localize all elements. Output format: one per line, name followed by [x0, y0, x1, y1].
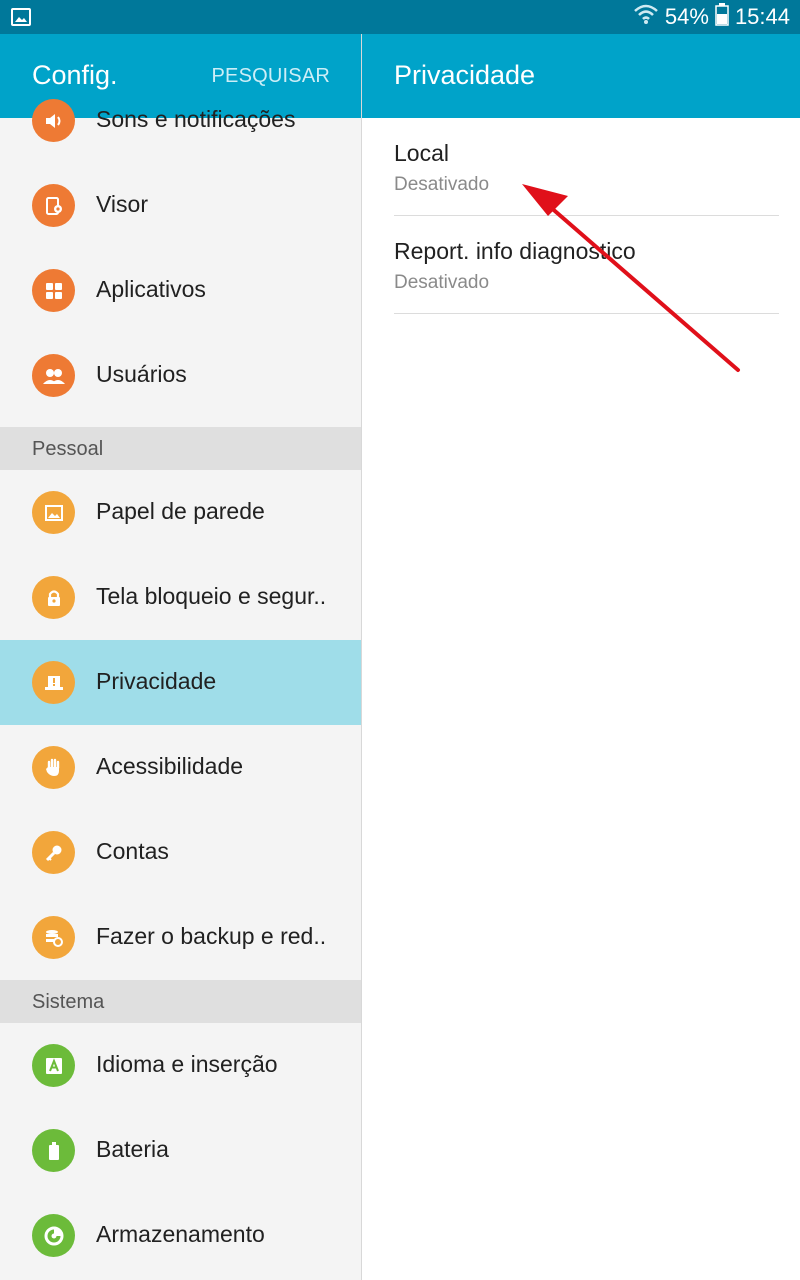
users-icon — [32, 354, 75, 397]
hand-icon — [32, 746, 75, 789]
settings-item-privacy[interactable]: Privacidade — [0, 640, 361, 725]
section-header-personal: Pessoal — [0, 427, 361, 470]
battery-percent: 54% — [664, 4, 709, 29]
settings-list-panel: Config. PESQUISAR Sons e notificações Vi… — [0, 34, 361, 1280]
settings-item-label: Armazenamento — [96, 1221, 265, 1247]
settings-item-language[interactable]: Idioma e inserção — [0, 1023, 361, 1108]
wallpaper-icon — [32, 491, 75, 534]
settings-item-label: Contas — [96, 838, 169, 864]
privacy-detail-panel: Privacidade Local Desativado Report. inf… — [362, 34, 800, 1280]
settings-item-label: Bateria — [96, 1136, 169, 1162]
privacy-item-status: Desativado — [394, 174, 490, 195]
settings-item-users[interactable]: Usuários — [0, 333, 361, 418]
settings-item-label: Papel de parede — [96, 498, 265, 524]
status-indicators: 54% 15:44 — [633, 0, 790, 34]
image-notification-icon — [10, 6, 32, 28]
storage-icon — [32, 1214, 75, 1257]
settings-item-accessibility[interactable]: Acessibilidade — [0, 725, 361, 810]
settings-item-label: Aplicativos — [96, 276, 206, 302]
settings-item-label: Usuários — [96, 361, 187, 387]
settings-item-battery[interactable]: Bateria — [0, 1108, 361, 1193]
privacy-item-diagnostics[interactable]: Report. info diagnostico Desativado — [394, 216, 779, 314]
detail-title: Privacidade — [394, 60, 536, 90]
settings-item-apps[interactable]: Aplicativos — [0, 248, 361, 333]
privacy-item-status: Desativado — [394, 272, 490, 293]
settings-item-label: Acessibilidade — [96, 753, 244, 779]
wifi-icon — [633, 2, 659, 32]
privacy-item-title: Local — [394, 140, 449, 166]
section-title: Pessoal — [32, 438, 104, 460]
language-icon — [32, 1044, 75, 1087]
display-icon — [32, 184, 75, 227]
settings-item-label: Privacidade — [96, 668, 217, 694]
settings-item-storage[interactable]: Armazenamento — [0, 1193, 361, 1278]
settings-item-wallpaper[interactable]: Papel de parede — [0, 470, 361, 555]
battery-setting-icon — [32, 1129, 75, 1172]
lock-icon — [32, 576, 75, 619]
battery-icon — [715, 2, 729, 32]
section-header-system: Sistema — [0, 980, 361, 1023]
apps-icon — [32, 269, 75, 312]
settings-item-accounts[interactable]: Contas — [0, 810, 361, 895]
backup-icon — [32, 916, 75, 959]
privacy-item-location[interactable]: Local Desativado — [394, 118, 779, 216]
settings-item-label: Visor — [96, 191, 148, 217]
settings-item-sounds[interactable]: Sons e notificações — [0, 78, 361, 163]
settings-item-label: Sons e notificações — [96, 106, 296, 132]
settings-item-label: Fazer o backup e red.. — [96, 923, 327, 949]
settings-item-lock-screen[interactable]: Tela bloqueio e segur.. — [0, 555, 361, 640]
detail-header: Privacidade — [362, 34, 800, 118]
settings-item-backup[interactable]: Fazer o backup e red.. — [0, 895, 361, 980]
settings-item-label: Idioma e inserção — [96, 1051, 278, 1077]
settings-item-label: Tela bloqueio e segur.. — [96, 583, 327, 609]
section-title: Sistema — [32, 991, 105, 1013]
clock: 15:44 — [734, 4, 790, 29]
key-icon — [32, 831, 75, 874]
sound-icon — [32, 99, 75, 142]
privacy-icon — [32, 661, 75, 704]
status-bar: 54% 15:44 — [0, 0, 800, 34]
privacy-item-title: Report. info diagnostico — [394, 238, 636, 264]
settings-item-display[interactable]: Visor — [0, 163, 361, 248]
